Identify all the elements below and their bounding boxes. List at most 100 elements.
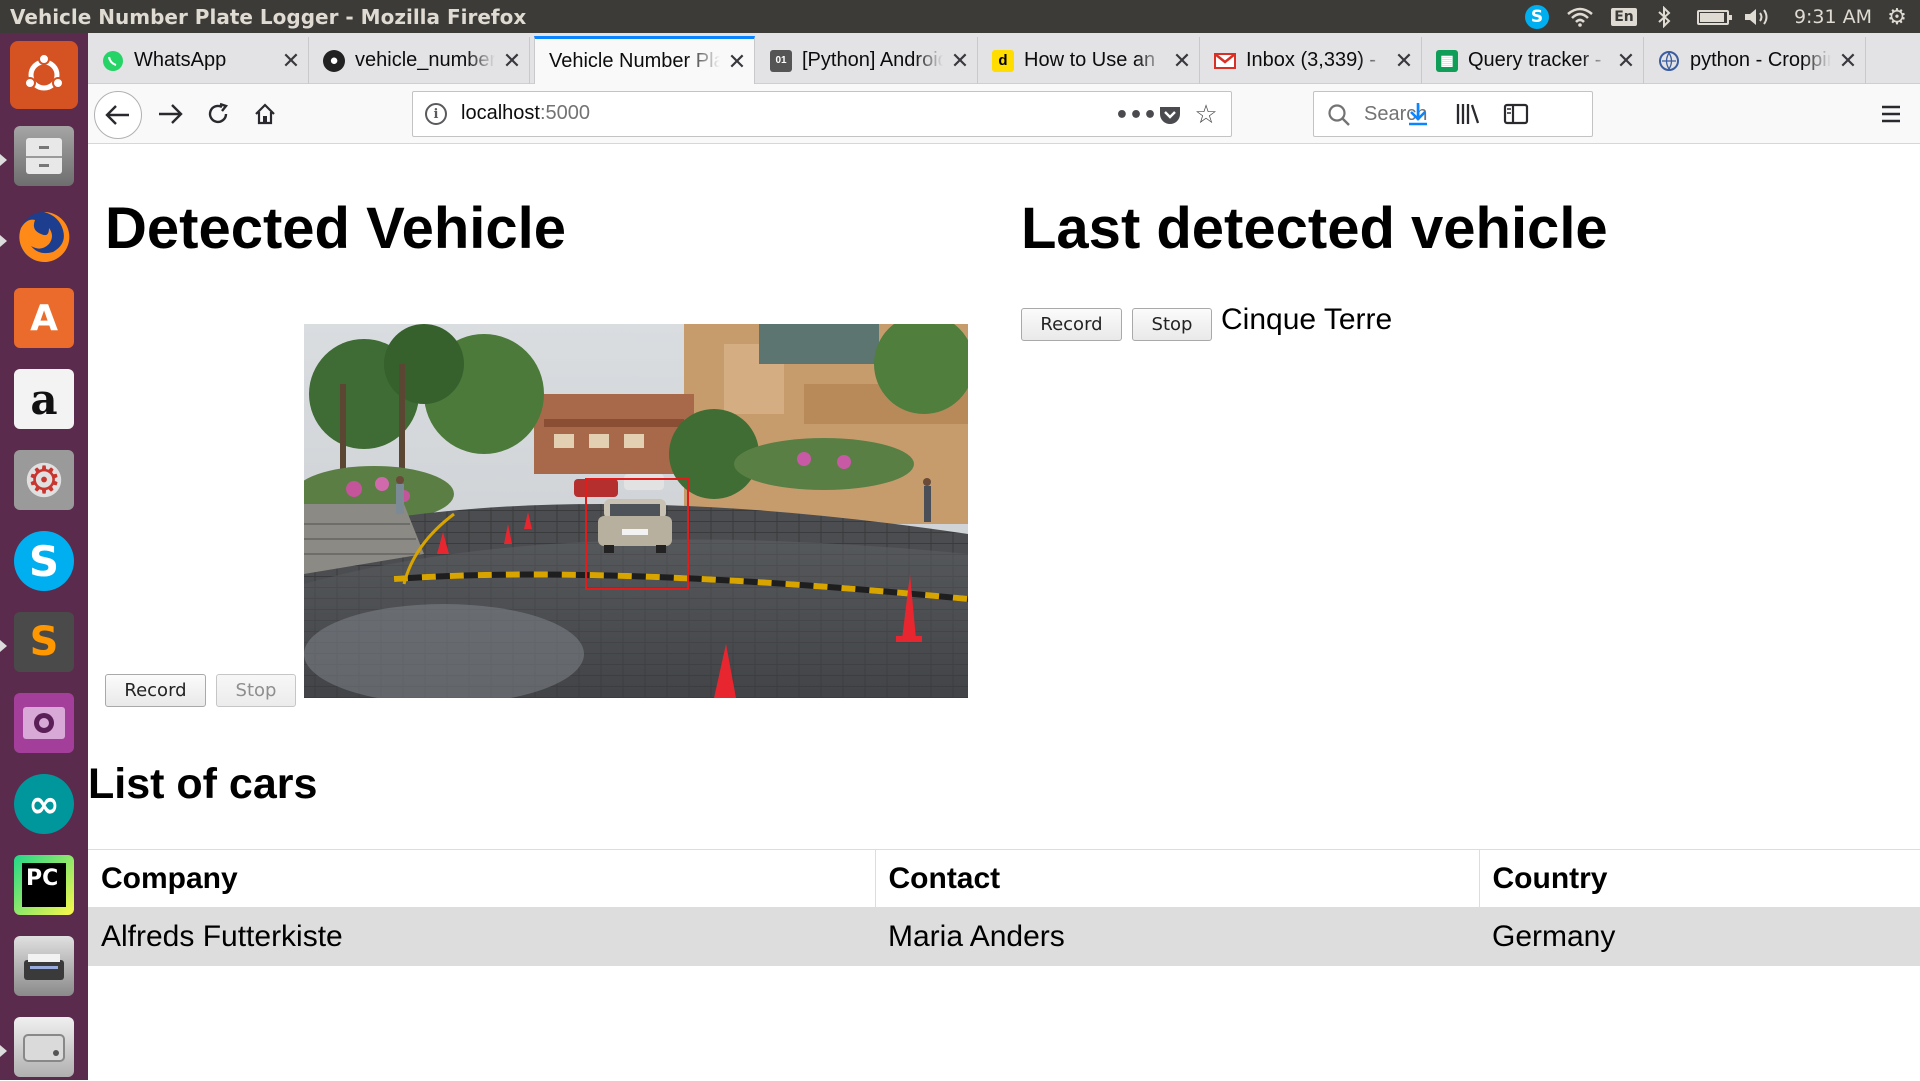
stackoverflow-icon [1658,50,1680,72]
files-button[interactable] [10,122,78,190]
close-icon[interactable]: ✕ [1609,48,1643,74]
ubuntu-software-button[interactable]: A [10,284,78,352]
whatsapp-icon [102,50,124,72]
bookmark-star-icon[interactable]: ☆ [1191,100,1221,130]
tab-query-tracker[interactable]: ▦ Query tracker - ✕ [1422,37,1644,84]
close-icon[interactable]: ✕ [1831,48,1865,74]
d-icon: d [992,49,1014,72]
home-icon [255,103,275,125]
scanner-icon [14,936,74,996]
drive-button[interactable] [10,1013,78,1081]
menu-button[interactable] [1871,94,1911,134]
navigation-bar: i localhost:5000 ••• ☆ Search [88,84,1920,144]
list-of-cars-heading: List of cars [88,760,318,808]
scanner-button[interactable] [10,932,78,1000]
tab-label: Query tracker - [1468,49,1602,71]
close-icon[interactable]: ✕ [274,48,308,74]
tab-label: How to Use an [1024,49,1156,71]
tab-python-android[interactable]: 01 [Python] Android ✕ [756,37,978,84]
hard-drive-icon [14,1017,74,1077]
table-cell-contact: Maria Anders [875,907,1479,966]
column-header-company: Company [88,849,875,908]
close-icon[interactable]: ✕ [1387,48,1421,74]
page-content: Detected Vehicle Last detected vehicle R… [88,145,1920,1080]
launcher: A a ⚙ S S ∞ PC [0,33,88,1080]
library-button[interactable] [1448,94,1488,134]
record-button-last[interactable]: Record [1021,308,1122,341]
search-icon [1328,104,1350,126]
github-icon: ● [323,49,345,72]
tab-whatsapp[interactable]: WhatsApp ✕ [88,37,309,84]
amazon-icon: a [14,369,74,429]
running-indicator [0,1045,7,1057]
file-cabinet-icon [14,126,74,186]
film-camera-icon [14,693,74,753]
column-header-contact: Contact [874,849,1479,908]
page-actions-icon[interactable]: ••• [1115,100,1157,130]
firefox-button[interactable] [10,203,78,271]
arrow-right-icon [159,104,183,124]
close-icon[interactable]: ✕ [943,48,977,74]
camera-feed-image [304,324,968,698]
table-cell-company: Alfreds Futterkiste [88,907,875,966]
hamburger-icon [1882,105,1900,123]
running-indicator [0,640,7,652]
battery-level [1700,12,1724,22]
close-icon[interactable]: ✕ [1165,48,1199,74]
table-header-row: Company Contact Country [88,849,1920,908]
forward-button[interactable] [150,94,190,134]
stop-button-last[interactable]: Stop [1132,308,1212,341]
wifi-icon[interactable] [1564,4,1596,30]
tab-label: Vehicle Number Plate Logger [549,50,720,72]
screen-recorder-button[interactable] [10,689,78,757]
home-button[interactable] [245,94,285,134]
tab-vehicle-logger[interactable]: Vehicle Number Plate Logger ✕ [534,36,755,84]
back-button[interactable] [94,91,142,139]
info-icon[interactable]: i [425,103,447,125]
stop-button[interactable]: Stop [216,674,296,707]
arrow-left-icon [105,105,129,125]
downloads-button[interactable] [1398,94,1438,134]
volume-icon[interactable] [1740,4,1776,30]
sublime-text-button[interactable]: S [10,608,78,676]
tab-gmail[interactable]: Inbox (3,339) - ✕ [1200,37,1422,84]
amazon-button[interactable]: a [10,365,78,433]
tab-bar: WhatsApp ✕ ● vehicle_number_plate ✕ Vehi… [88,33,1920,84]
skype-button[interactable]: S [10,527,78,595]
close-icon[interactable]: ✕ [495,48,529,74]
arduino-button[interactable]: ∞ [10,770,78,838]
top-panel: Vehicle Number Plate Logger - Mozilla Fi… [0,0,1920,33]
tab-python-cropping[interactable]: python - Cropping ✕ [1644,37,1866,84]
url-text[interactable]: localhost:5000 [461,102,590,125]
system-settings-button[interactable]: ⚙ [10,446,78,514]
sidebar-button[interactable] [1496,94,1536,134]
keyboard-layout-indicator[interactable]: En [1610,4,1638,30]
clock[interactable]: 9:31 AM [1788,4,1878,30]
sublime-icon: S [14,612,74,672]
pocket-icon[interactable] [1155,100,1185,130]
reload-button[interactable] [198,94,238,134]
cars-table: Company Contact Country Alfreds Futterki… [88,849,1920,966]
reload-icon [208,102,229,124]
gear-icon[interactable]: ⚙ [1882,4,1912,30]
tab-label: [Python] Android [802,49,943,71]
detected-vehicle-heading: Detected Vehicle [105,196,566,261]
tab-how-to-use[interactable]: d How to Use an ✕ [978,37,1200,84]
download-icon [1409,103,1427,126]
wrench-gear-icon: ⚙ [14,450,74,510]
tab-github[interactable]: ● vehicle_number_plate ✕ [309,37,530,84]
record-button[interactable]: Record [105,674,206,707]
running-indicator [0,154,7,166]
running-indicator [0,235,7,247]
pycharm-button[interactable]: PC [10,851,78,919]
table-cell-country: Germany [1479,907,1920,966]
gmail-icon [1214,50,1236,72]
bluetooth-icon[interactable] [1652,4,1676,30]
ubuntu-logo-icon [14,45,74,105]
battery-icon[interactable] [1694,4,1732,30]
ubuntu-dash-button[interactable] [10,41,78,109]
code-icon: 01 [770,49,792,72]
url-bar[interactable]: i localhost:5000 ••• ☆ [412,91,1232,137]
skype-tray-icon[interactable]: S [1522,4,1552,30]
close-icon[interactable]: ✕ [720,49,754,75]
